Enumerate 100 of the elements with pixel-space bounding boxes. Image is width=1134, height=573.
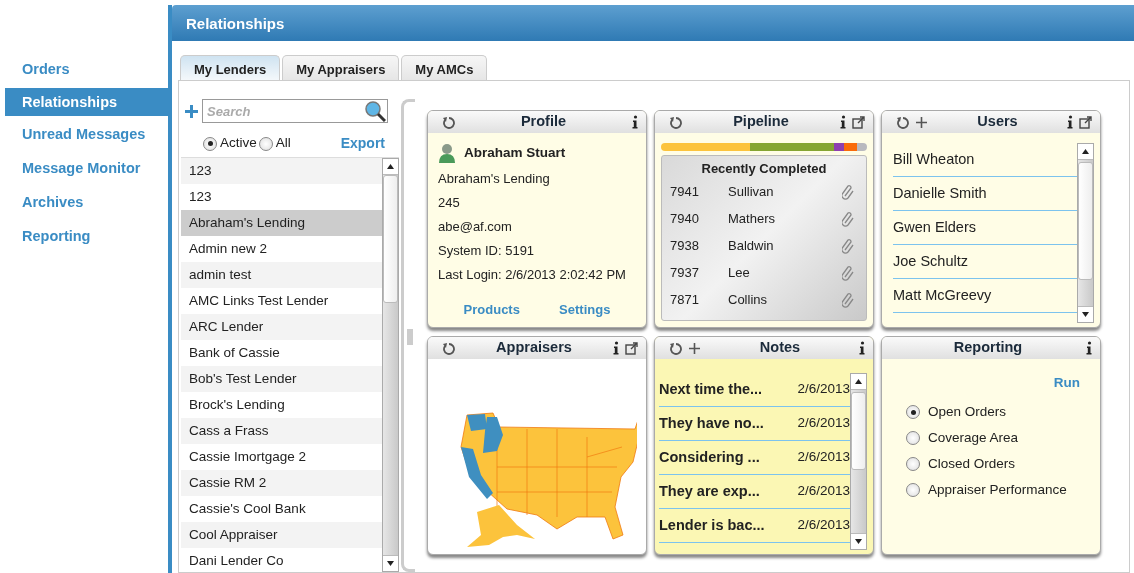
nav-item[interactable]: Relationships: [5, 88, 168, 116]
profile-detail: Last Login: 2/6/2013 2:02:42 PM: [437, 266, 627, 285]
note-title[interactable]: Lender is bac...: [659, 514, 798, 537]
info-icon[interactable]: [840, 115, 846, 129]
paperclip-icon[interactable]: [842, 238, 854, 254]
order-number: 7938: [670, 237, 700, 256]
info-icon[interactable]: [859, 341, 865, 355]
popout-icon[interactable]: [1079, 115, 1092, 129]
radio-label[interactable]: Coverage Area: [928, 428, 1019, 449]
order-name: Mathers: [728, 210, 776, 229]
radio-label[interactable]: Closed Orders: [928, 454, 1016, 475]
scroll-down-icon[interactable]: [1082, 312, 1089, 317]
radio-button[interactable]: [906, 431, 920, 446]
search-field[interactable]: Search: [202, 99, 388, 123]
recent-title: Recently Completed: [700, 160, 828, 178]
add-icon[interactable]: [185, 104, 198, 118]
note-title[interactable]: They are exp...: [659, 480, 798, 503]
radio-button[interactable]: [906, 405, 920, 420]
list-item[interactable]: Bob's Test Lender: [181, 366, 382, 392]
refresh-icon[interactable]: [442, 341, 455, 355]
profile-detail: abe@af.com: [437, 218, 513, 237]
tab[interactable]: My Appraisers: [282, 55, 400, 80]
run-link[interactable]: Run: [1053, 373, 1080, 394]
radio-label[interactable]: Appraiser Performance: [928, 480, 1067, 501]
list-item[interactable]: Cool Appraiser: [181, 522, 382, 548]
note-date: 2/6/2013: [797, 516, 850, 535]
order-name: Lee: [728, 264, 751, 283]
note-date: 2/6/2013: [797, 380, 850, 399]
paperclip-icon[interactable]: [842, 211, 854, 227]
scroll-up-icon[interactable]: [855, 379, 862, 384]
list-item[interactable]: Cass a Frass: [181, 418, 382, 444]
order-name: Baldwin: [728, 237, 775, 256]
refresh-icon[interactable]: [669, 341, 682, 355]
list-item[interactable]: Dani Lender Co: [181, 548, 382, 572]
widget-title: Reporting: [952, 338, 1024, 358]
scroll-up-icon[interactable]: [387, 164, 394, 169]
tab[interactable]: My Lenders: [180, 55, 281, 80]
scroll-up-icon[interactable]: [1082, 149, 1089, 154]
note-title[interactable]: They have no...: [659, 412, 798, 435]
list-item[interactable]: Brock's Lending: [181, 392, 382, 418]
tab[interactable]: My AMCs: [401, 55, 488, 80]
scrollbar[interactable]: [382, 158, 399, 572]
profile-name: Abraham Stuart: [464, 144, 566, 162]
radio-button[interactable]: [906, 457, 920, 472]
order-number: 7937: [670, 264, 700, 283]
order-name: Collins: [728, 291, 768, 310]
refresh-icon[interactable]: [442, 115, 455, 129]
popout-icon[interactable]: [852, 115, 865, 129]
popout-icon[interactable]: [625, 341, 638, 355]
note-title[interactable]: Considering ...: [659, 446, 798, 469]
nav-item[interactable]: Reporting: [5, 224, 168, 258]
list-item[interactable]: Admin new 2: [181, 236, 382, 262]
radio-button[interactable]: [258, 136, 273, 151]
note-date: 2/6/2013: [797, 414, 850, 433]
person-icon: [438, 143, 456, 164]
scrollbar[interactable]: [1077, 143, 1094, 323]
list-item[interactable]: 123: [181, 184, 382, 210]
list-item[interactable]: Abraham's Lending: [181, 210, 382, 236]
profile-link[interactable]: Products: [463, 299, 520, 319]
export-link[interactable]: Export: [340, 133, 385, 154]
radio-button[interactable]: [203, 136, 217, 151]
add-icon[interactable]: [915, 115, 928, 129]
nav-item[interactable]: Unread Messages: [5, 122, 168, 156]
radio-label[interactable]: Active: [220, 133, 257, 154]
refresh-icon[interactable]: [669, 115, 682, 129]
paperclip-icon[interactable]: [842, 292, 854, 308]
list-item[interactable]: Bank of Cassie: [181, 340, 382, 366]
list-item[interactable]: Cassie's Cool Bank: [181, 496, 382, 522]
nav-item[interactable]: Message Monitor: [5, 156, 168, 190]
nav-item[interactable]: Archives: [5, 190, 168, 224]
widget-title: Notes: [758, 338, 802, 358]
radio-label[interactable]: Open Orders: [928, 402, 1007, 423]
scroll-down-icon[interactable]: [387, 561, 394, 566]
nav-item[interactable]: Orders: [5, 57, 168, 91]
list-item[interactable]: admin test: [181, 262, 382, 288]
profile-detail: 245: [437, 194, 461, 213]
scroll-down-icon[interactable]: [855, 539, 862, 544]
note-title[interactable]: Next time the...: [659, 378, 798, 401]
widget-title: Users: [976, 112, 1019, 132]
profile-detail: Abraham's Lending: [437, 170, 551, 189]
refresh-icon[interactable]: [896, 115, 909, 129]
splitter-grip-icon[interactable]: [407, 329, 413, 345]
paperclip-icon[interactable]: [842, 184, 854, 200]
radio-button[interactable]: [906, 483, 920, 498]
search-icon[interactable]: [364, 100, 386, 122]
info-icon[interactable]: [632, 115, 638, 129]
list-item[interactable]: Cassie Imortgage 2: [181, 444, 382, 470]
list-item[interactable]: ARC Lender: [181, 314, 382, 340]
add-icon[interactable]: [688, 341, 701, 355]
panel-title: Relationships: [172, 5, 1134, 41]
info-icon[interactable]: [613, 341, 619, 355]
scrollbar[interactable]: [850, 373, 867, 550]
radio-label[interactable]: All: [275, 133, 291, 154]
list-item[interactable]: AMC Links Test Lender: [181, 288, 382, 314]
list-item[interactable]: Cassie RM 2: [181, 470, 382, 496]
info-icon[interactable]: [1067, 115, 1073, 129]
info-icon[interactable]: [1086, 341, 1092, 355]
paperclip-icon[interactable]: [842, 265, 854, 281]
list-item[interactable]: 123: [181, 158, 382, 184]
profile-link[interactable]: Settings: [559, 299, 611, 319]
